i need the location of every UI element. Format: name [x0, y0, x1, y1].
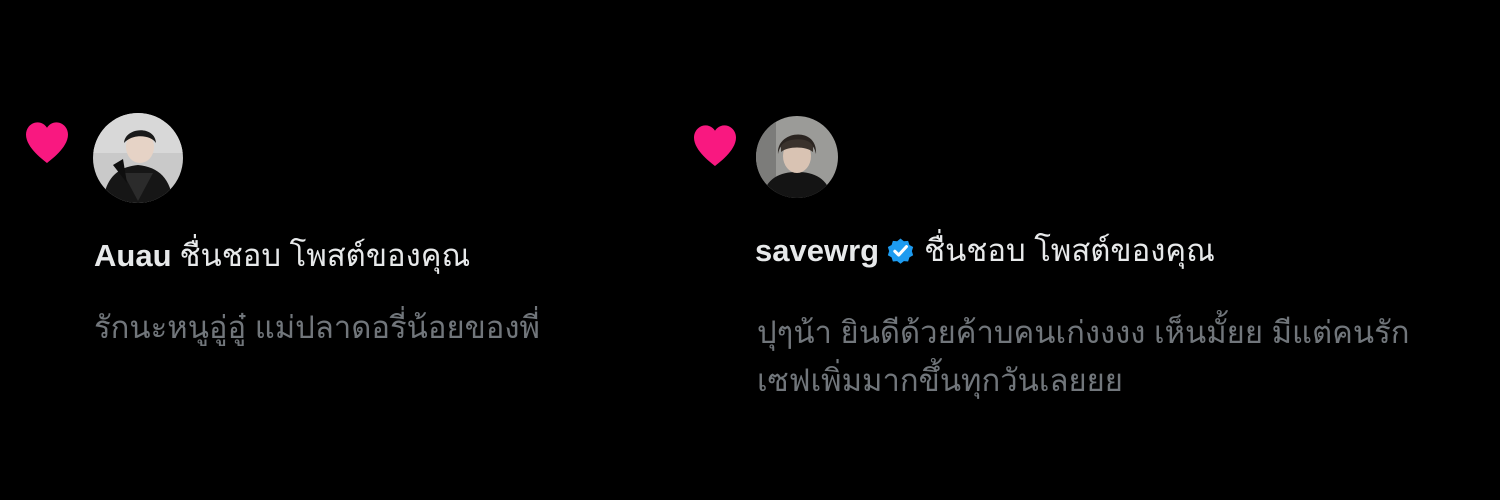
like-notification[interactable]: savewrg ชื่นชอบ โพสต์ของคุณ ปุๆน้า ยินดี… [690, 0, 1500, 500]
username[interactable]: savewrg [755, 233, 879, 268]
post-preview[interactable]: ปุๆน้า ยินดีด้วยค้าบคนเก่งงงง เห็นมั้ยย … [757, 309, 1410, 405]
avatar[interactable] [756, 116, 838, 198]
post-text-line: เซฟเพิ่มมากขึ้นทุกวันเลยยย [757, 363, 1123, 398]
action-text: ชื่นชอบ โพสต์ของคุณ [179, 238, 471, 273]
heart-icon [22, 120, 72, 164]
post-text-line: รักนะหนูอู่อู๋ แม่ปลาดอรี่น้อยของพี่ [94, 310, 540, 345]
post-preview[interactable]: รักนะหนูอู่อู๋ แม่ปลาดอรี่น้อยของพี่ [94, 304, 540, 352]
like-notification[interactable]: Auau ชื่นชอบ โพสต์ของคุณ รักนะหนูอู่อู๋ แ… [0, 0, 690, 500]
heart-icon [690, 123, 740, 167]
username[interactable]: Auau [94, 238, 172, 273]
avatar[interactable] [93, 113, 183, 203]
action-text: ชื่นชอบ โพสต์ของคุณ [924, 233, 1215, 268]
verified-badge-icon [885, 235, 916, 266]
post-text-line: ปุๆน้า ยินดีด้วยค้าบคนเก่งงงง เห็นมั้ยย … [757, 315, 1410, 350]
